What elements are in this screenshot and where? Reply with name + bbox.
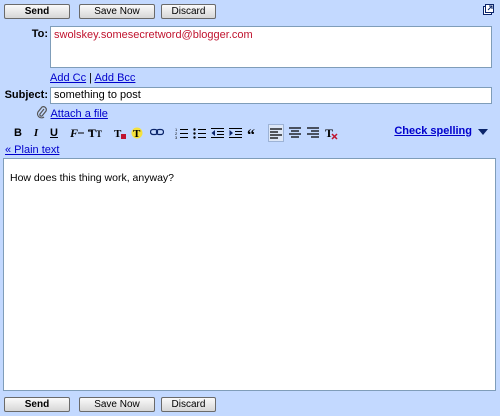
discard-button-bottom[interactable]: Discard [161, 397, 216, 412]
align-left-icon[interactable] [268, 124, 284, 142]
attach-row: Attach a file [36, 106, 108, 122]
svg-text:T: T [325, 127, 333, 140]
highlight-color-icon[interactable]: T [130, 124, 146, 142]
align-right-icon[interactable] [306, 124, 320, 142]
cc-bcc-row: Add Cc | Add Bcc [50, 72, 135, 84]
svg-text:T: T [88, 127, 96, 139]
save-now-button[interactable]: Save Now [79, 4, 155, 19]
svg-text:F: F [69, 127, 78, 139]
chevron-down-icon[interactable] [478, 129, 488, 135]
font-size-icon[interactable]: TT [88, 124, 106, 142]
link-icon[interactable] [150, 124, 164, 142]
numbered-list-icon[interactable]: 123 [174, 124, 188, 142]
align-center-icon[interactable] [288, 124, 302, 142]
svg-text:T: T [114, 128, 122, 140]
plain-text-link[interactable]: « Plain text [5, 144, 59, 156]
italic-button[interactable]: I [30, 124, 42, 142]
svg-text:3: 3 [175, 135, 178, 139]
outdent-icon[interactable] [210, 124, 224, 142]
message-body[interactable]: How does this thing work, anyway? [3, 158, 496, 391]
add-bcc-link[interactable]: Add Bcc [94, 72, 135, 84]
subject-field[interactable]: something to post [50, 87, 492, 104]
indent-icon[interactable] [228, 124, 242, 142]
discard-button[interactable]: Discard [161, 4, 216, 19]
remove-formatting-icon[interactable]: T [324, 124, 338, 142]
send-button-bottom[interactable]: Send [4, 397, 70, 412]
popout-icon[interactable] [483, 4, 494, 15]
paperclip-icon [36, 106, 48, 122]
check-spelling-link[interactable]: Check spelling [394, 125, 472, 137]
save-now-button-bottom[interactable]: Save Now [79, 397, 155, 412]
svg-text:“: “ [247, 127, 255, 139]
attach-file-link[interactable]: Attach a file [50, 108, 107, 120]
text-color-icon[interactable]: T [112, 124, 128, 142]
top-button-bar: Send Save Now Discard [0, 0, 500, 20]
subject-label: Subject: [4, 89, 48, 101]
blockquote-icon[interactable]: “ [246, 124, 260, 142]
send-button[interactable]: Send [4, 4, 70, 19]
bullet-list-icon[interactable] [192, 124, 206, 142]
to-label: To: [31, 28, 48, 40]
add-cc-link[interactable]: Add Cc [50, 72, 86, 84]
compose-panel: Send Save Now Discard To: swolskey.somes… [0, 0, 500, 416]
underline-button[interactable]: U [48, 124, 60, 142]
bottom-button-bar: Send Save Now Discard [0, 396, 500, 416]
font-icon[interactable]: F [68, 124, 86, 142]
link-separator: | [89, 72, 92, 84]
plain-text-label[interactable]: « Plain text [5, 144, 59, 156]
to-field[interactable]: swolskey.somesecretword@blogger.com [50, 26, 492, 68]
svg-text:T: T [133, 128, 141, 140]
svg-text:T: T [96, 129, 102, 139]
bold-button[interactable]: B [12, 124, 24, 142]
